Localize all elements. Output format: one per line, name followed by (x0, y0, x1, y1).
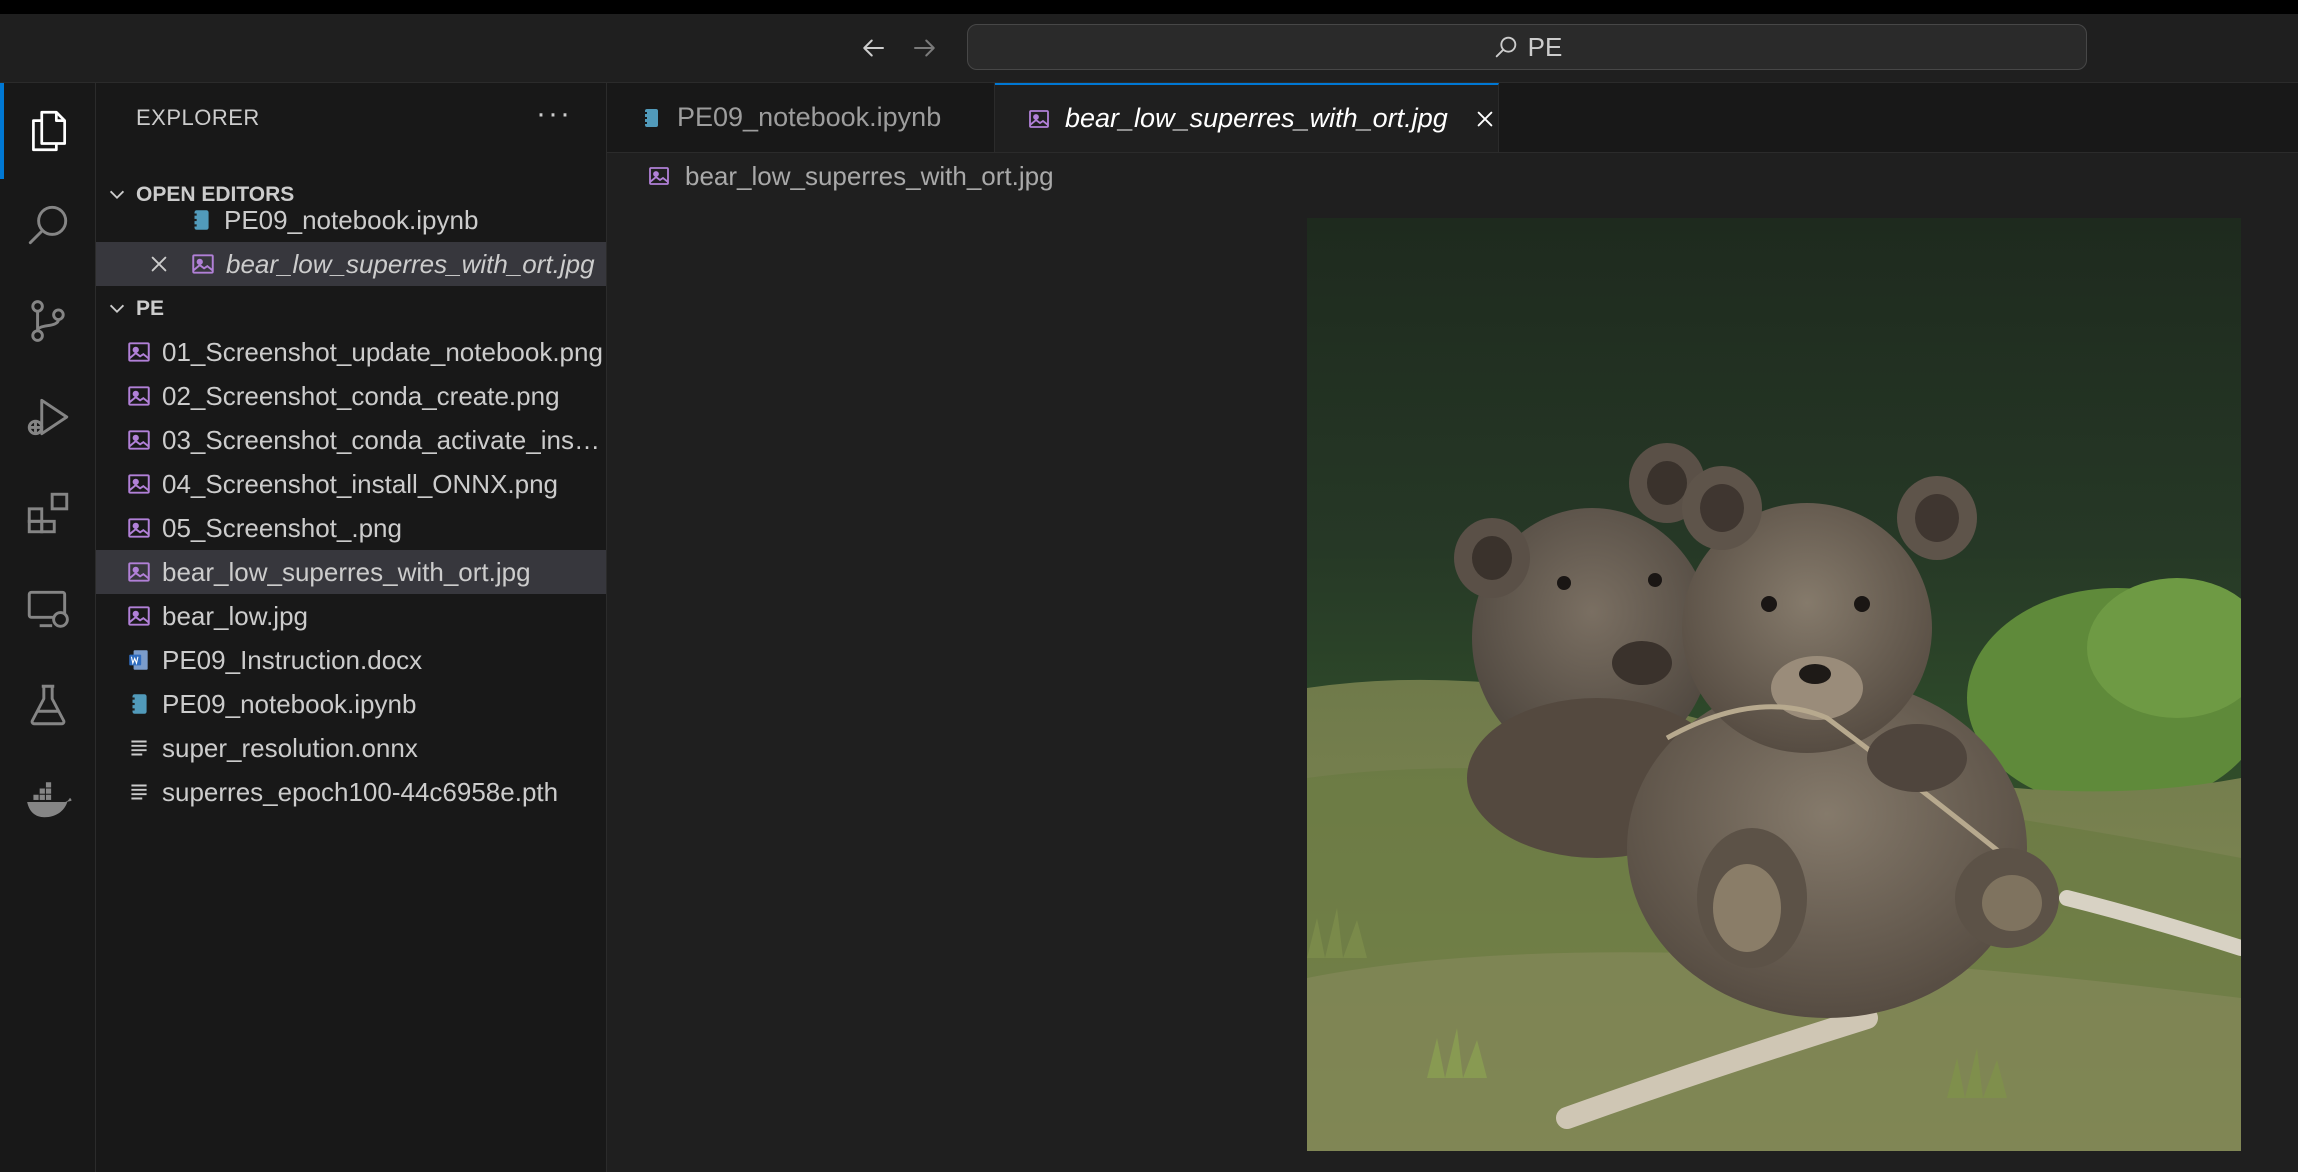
image-file-icon (649, 167, 669, 185)
docker-icon (26, 782, 72, 818)
remote-explorer-activity[interactable] (0, 564, 95, 654)
image-file-icon (128, 342, 150, 362)
open-editor-item-active[interactable]: bear_low_superres_with_ort.jpg (96, 242, 606, 286)
image-preview (1307, 218, 2241, 1151)
image-file-icon (192, 254, 214, 274)
testing-activity[interactable] (0, 660, 95, 750)
tab-notebook[interactable]: PE09_notebook.ipynb (607, 83, 995, 152)
run-debug-icon (27, 398, 68, 436)
text-file-icon (131, 740, 147, 756)
files-icon (31, 110, 66, 152)
image-file-icon (1029, 109, 1049, 128)
search-icon (1495, 36, 1516, 58)
image-file-icon (128, 386, 150, 406)
image-file-icon (128, 474, 150, 494)
run-debug-activity[interactable] (0, 372, 95, 462)
file-item[interactable]: superres_epoch100-44c6958e.pth (96, 770, 606, 814)
file-item[interactable]: 04_Screenshot_install_ONNX.png (96, 462, 606, 506)
extensions-icon (27, 492, 68, 534)
search-icon (28, 205, 67, 245)
file-label: PE09_Instruction.docx (162, 644, 423, 675)
remote-explorer-icon (27, 590, 69, 628)
search-text: PE (1527, 31, 1563, 62)
file-item[interactable]: 05_Screenshot_.png (96, 506, 606, 550)
close-icon[interactable] (148, 253, 170, 275)
explorer-sidebar: EXPLORER ··· OPEN EDITORS PE09_notebook.… (96, 83, 607, 1172)
open-editor-item[interactable]: PE09_notebook.ipynb (96, 198, 606, 242)
search-activity[interactable] (0, 180, 95, 270)
file-item-selected[interactable]: bear_low_superres_with_ort.jpg (96, 550, 606, 594)
file-label: PE09_notebook.ipynb (162, 688, 417, 719)
file-item[interactable]: 03_Screenshot_conda_activate_install.png (96, 418, 606, 462)
folder-label: PE (136, 297, 165, 320)
activity-bar (0, 83, 96, 1172)
forward-arrow-icon[interactable] (905, 30, 945, 66)
file-label: 04_Screenshot_install_ONNX.png (162, 468, 559, 499)
file-label: bear_low.jpg (162, 600, 308, 631)
file-label: superres_epoch100-44c6958e.pth (162, 776, 559, 807)
file-label: super_resolution.onnx (162, 732, 418, 763)
extensions-activity[interactable] (0, 468, 95, 558)
open-editor-label: PE09_notebook.ipynb (224, 204, 479, 235)
more-actions-button[interactable]: ··· (536, 97, 572, 131)
open-editor-label: bear_low_superres_with_ort.jpg (226, 248, 595, 279)
breadcrumb[interactable]: bear_low_superres_with_ort.jpg (607, 152, 2298, 200)
file-item[interactable]: PE09_notebook.ipynb (96, 682, 606, 726)
image-file-icon (128, 606, 150, 626)
file-item[interactable]: 01_Screenshot_update_notebook.png (96, 330, 606, 374)
os-top-strip (0, 0, 2298, 14)
file-item[interactable]: PE09_Instruction.docx (96, 638, 606, 682)
notebook-icon (645, 108, 658, 127)
explorer-title: EXPLORER (136, 105, 260, 130)
tab-image[interactable]: bear_low_superres_with_ort.jpg (995, 83, 1499, 152)
file-label: 02_Screenshot_conda_create.png (162, 380, 560, 411)
file-item[interactable]: super_resolution.onnx (96, 726, 606, 770)
text-file-icon (131, 784, 147, 800)
file-label: 01_Screenshot_update_notebook.png (162, 336, 603, 367)
source-control-icon (30, 300, 65, 342)
image-file-icon (128, 562, 150, 582)
file-label: 05_Screenshot_.png (162, 512, 402, 543)
editor-tab-bar: PE09_notebook.ipynb bear_low_superres_wi… (607, 83, 2298, 153)
word-file-icon (129, 650, 148, 670)
file-item[interactable]: bear_low.jpg (96, 594, 606, 638)
close-icon[interactable] (1474, 108, 1496, 130)
breadcrumb-label: bear_low_superres_with_ort.jpg (685, 160, 1054, 191)
image-file-icon (128, 430, 150, 450)
docker-activity[interactable] (0, 756, 95, 846)
notebook-icon (194, 210, 209, 230)
file-label: bear_low_superres_with_ort.jpg (162, 556, 531, 587)
command-center-search[interactable]: PE (967, 24, 2087, 70)
source-control-activity[interactable] (0, 276, 95, 366)
notebook-icon (132, 694, 147, 714)
explorer-activity[interactable] (0, 86, 95, 176)
folder-pe-header[interactable]: PE (96, 289, 606, 329)
flask-icon (30, 684, 65, 726)
tab-label: PE09_notebook.ipynb (677, 102, 942, 132)
title-bar: PE (0, 14, 2298, 83)
bear-cubs-photo (1307, 218, 2241, 1151)
tab-label: bear_low_superres_with_ort.jpg (1065, 103, 1448, 133)
back-arrow-icon[interactable] (853, 30, 893, 66)
chevron-down-icon (109, 304, 125, 314)
file-label: 03_Screenshot_conda_activate_install.png (162, 424, 606, 455)
file-item[interactable]: 02_Screenshot_conda_create.png (96, 374, 606, 418)
image-file-icon (128, 518, 150, 538)
